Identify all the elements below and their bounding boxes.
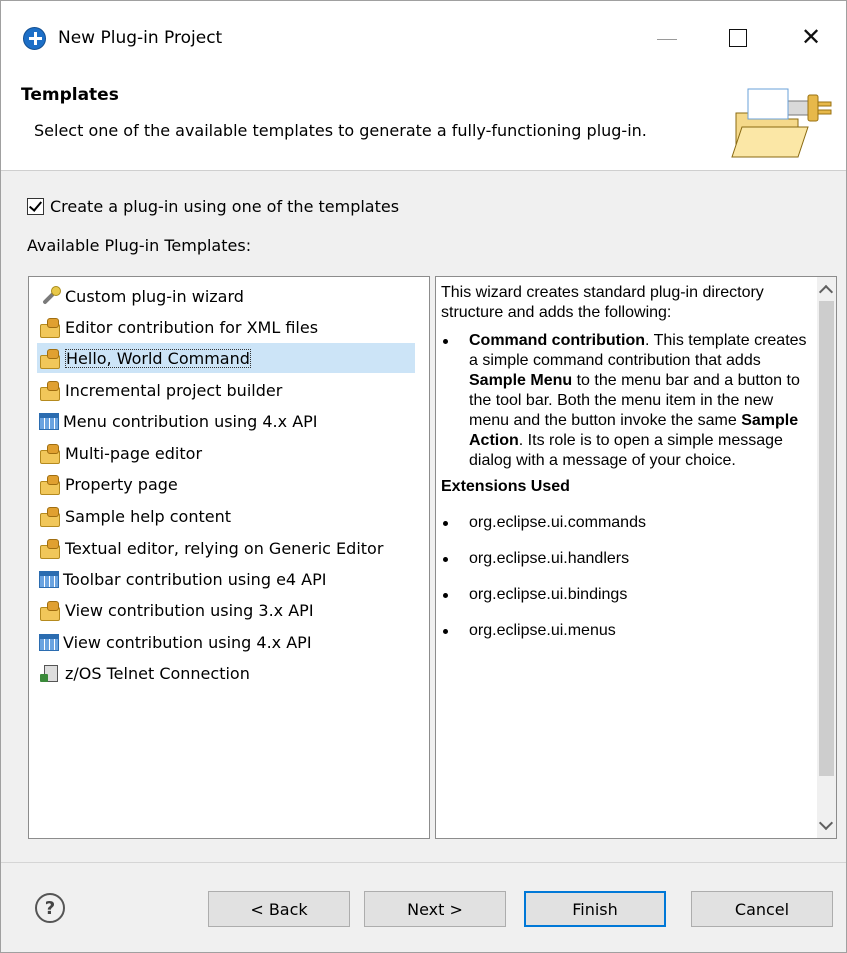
wizard-header: Templates Select one of the available te…	[1, 71, 846, 171]
list-item[interactable]: Editor contribution for XML files	[37, 312, 415, 342]
description-scrollbar[interactable]	[817, 277, 836, 838]
extension-item: org.eclipse.ui.commands	[441, 513, 813, 533]
e4-template-icon	[39, 571, 59, 588]
maximize-button[interactable]	[729, 29, 747, 47]
scroll-up-icon[interactable]	[818, 284, 834, 300]
plugin-icon	[39, 474, 61, 495]
list-item-selected[interactable]: Hello, World Command	[37, 343, 415, 373]
scrollbar-thumb[interactable]	[819, 301, 834, 776]
minimize-button[interactable]	[657, 39, 677, 40]
list-item[interactable]: Toolbar contribution using e4 API	[37, 564, 415, 594]
template-description-pane[interactable]: This wizard creates standard plug-in dir…	[435, 276, 837, 839]
close-button[interactable]: ✕	[801, 23, 821, 51]
wizard-body: Create a plug-in using one of the templa…	[1, 172, 846, 862]
e4-template-icon	[39, 634, 59, 651]
list-item[interactable]: Sample help content	[37, 501, 415, 531]
create-from-template-checkbox[interactable]: Create a plug-in using one of the templa…	[27, 197, 399, 216]
description-intro: This wizard creates standard plug-in dir…	[441, 284, 764, 321]
plugin-icon	[39, 443, 61, 464]
list-item[interactable]: Incremental project builder	[37, 375, 415, 405]
extension-item: org.eclipse.ui.handlers	[441, 549, 813, 569]
list-item[interactable]: Custom plug-in wizard	[37, 281, 415, 311]
plugin-icon	[39, 600, 61, 621]
list-item[interactable]: View contribution using 4.x API	[37, 627, 415, 657]
plugin-icon	[39, 348, 61, 369]
next-button[interactable]: Next >	[364, 891, 506, 927]
wizard-wand-icon	[39, 286, 61, 306]
plugin-icon	[39, 506, 61, 527]
plugin-icon	[39, 380, 61, 401]
plugin-icon	[39, 538, 61, 559]
list-item[interactable]: Multi-page editor	[37, 438, 415, 468]
extensions-heading: Extensions Used	[441, 478, 570, 495]
available-templates-label: Available Plug-in Templates:	[27, 236, 252, 255]
template-list[interactable]: Custom plug-in wizard Editor contributio…	[28, 276, 430, 839]
scroll-down-icon[interactable]	[818, 815, 834, 831]
help-icon[interactable]: ?	[35, 893, 65, 923]
list-item[interactable]: Menu contribution using 4.x API	[37, 406, 415, 436]
page-title: Templates	[21, 85, 119, 105]
extension-item: org.eclipse.ui.menus	[441, 621, 813, 641]
page-description: Select one of the available templates to…	[34, 121, 647, 140]
list-item[interactable]: View contribution using 3.x API	[37, 595, 415, 625]
title-bar: New Plug-in Project ✕	[1, 1, 846, 71]
checkbox-label: Create a plug-in using one of the templa…	[50, 197, 400, 216]
description-bullet: Command contribution. This template crea…	[441, 331, 813, 471]
checkbox-box[interactable]	[27, 198, 44, 215]
list-item[interactable]: z/OS Telnet Connection	[37, 658, 415, 688]
back-button[interactable]: < Back	[208, 891, 350, 927]
new-project-icon	[23, 27, 46, 50]
telnet-icon	[39, 663, 61, 683]
list-item[interactable]: Property page	[37, 469, 415, 499]
extension-item: org.eclipse.ui.bindings	[441, 585, 813, 605]
description-content: This wizard creates standard plug-in dir…	[441, 283, 813, 641]
plugin-icon	[39, 317, 61, 338]
finish-button[interactable]: Finish	[524, 891, 666, 927]
window-title: New Plug-in Project	[58, 28, 223, 48]
cancel-button[interactable]: Cancel	[691, 891, 833, 927]
plugin-folder-banner-icon	[731, 88, 832, 158]
list-item[interactable]: Textual editor, relying on Generic Edito…	[37, 533, 415, 563]
e4-template-icon	[39, 413, 59, 430]
dialog-window: New Plug-in Project ✕ Templates Select o…	[0, 0, 847, 953]
button-bar: ? < Back Next > Finish Cancel	[1, 862, 846, 952]
